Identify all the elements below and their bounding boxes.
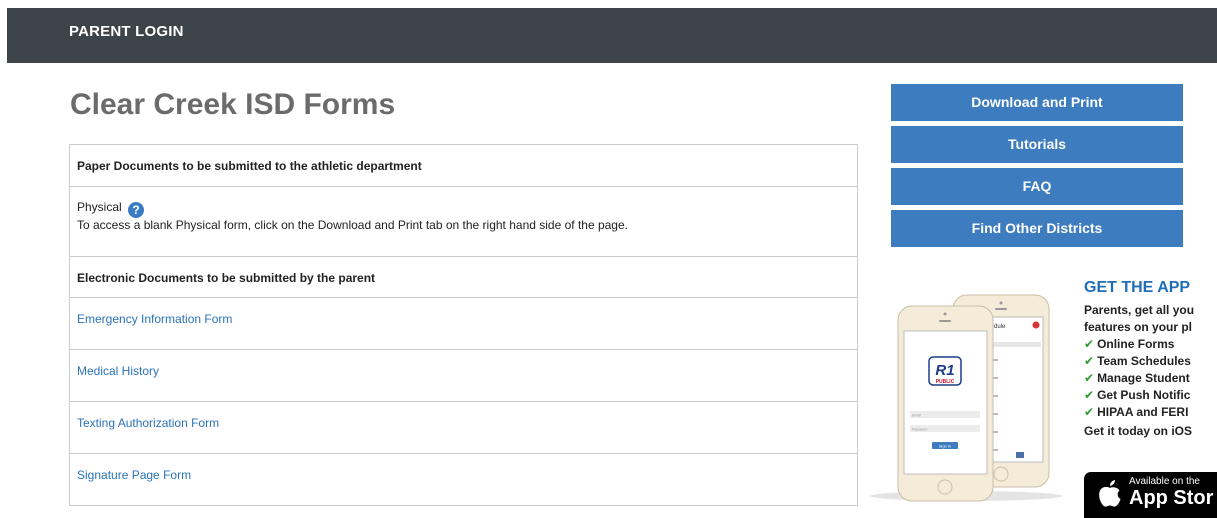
get-the-app-heading: GET THE APP [1084, 279, 1191, 296]
form-row: Signature Page Form [70, 453, 857, 505]
signature-page-form-link[interactable]: Signature Page Form [77, 468, 191, 482]
check-icon: ✔ [1084, 354, 1095, 368]
top-bar: PARENT LOGIN [7, 8, 1217, 63]
medical-history-link[interactable]: Medical History [77, 364, 159, 378]
feature-item: ✔ HIPAA and FERI [1084, 405, 1189, 419]
tutorials-button[interactable]: Tutorials [891, 126, 1183, 163]
app-intro-line: features on your pl [1084, 320, 1193, 334]
electronic-documents-header: Electronic Documents to be submitted by … [70, 256, 857, 297]
appstore-small-text: Available on the [1129, 476, 1200, 487]
form-row: Emergency Information Form [70, 297, 857, 349]
forms-table: Paper Documents to be submitted to the a… [69, 144, 858, 506]
parent-login-link[interactable]: PARENT LOGIN [69, 23, 184, 40]
feature-item: ✔ Team Schedules [1084, 354, 1191, 368]
feature-item: ✔ Manage Student [1084, 371, 1190, 385]
check-icon: ✔ [1084, 371, 1095, 385]
phone-logo-text: R1 [935, 362, 954, 379]
check-icon: ✔ [1084, 388, 1095, 402]
feature-item: ✔ Get Push Notific [1084, 388, 1191, 402]
texting-authorization-form-link[interactable]: Texting Authorization Form [77, 416, 219, 430]
page-title: Clear Creek ISD Forms [70, 88, 396, 121]
faq-button[interactable]: FAQ [891, 168, 1183, 205]
appstore-big-text: App Stor [1129, 487, 1214, 509]
app-intro-line: Parents, get all you [1084, 303, 1195, 317]
check-icon: ✔ [1084, 337, 1095, 351]
app-store-badge[interactable]: Available on the App Stor [1084, 472, 1217, 518]
get-it-today-text: Get it today on iOS [1084, 424, 1193, 438]
emergency-information-form-link[interactable]: Emergency Information Form [77, 312, 232, 326]
apple-icon [1099, 480, 1121, 507]
form-row: Texting Authorization Form [70, 401, 857, 453]
feature-item: ✔ Online Forms [1084, 337, 1175, 351]
phone-logo-sub: PUBLIC [936, 379, 955, 385]
paper-documents-header: Paper Documents to be submitted to the a… [77, 159, 422, 173]
download-and-print-button[interactable]: Download and Print [891, 84, 1183, 121]
physical-row: Physical ? To access a blank Physical fo… [70, 186, 857, 256]
app-promo: GET THE APP Parents, get all you feature… [1084, 279, 1217, 440]
form-row: Medical History [70, 349, 857, 401]
phone-field-2: Password [912, 428, 927, 432]
physical-instructions: To access a blank Physical form, click o… [77, 218, 628, 232]
phone-field-1: Email [912, 414, 921, 418]
app-phones-image: Team Schedule R1 PUBLIC Email Password S… [866, 292, 1066, 504]
check-icon: ✔ [1084, 405, 1095, 419]
phones-illustration: Team Schedule R1 PUBLIC Email Password S… [870, 294, 1062, 502]
help-icon[interactable]: ? [128, 202, 145, 218]
physical-label: Physical [77, 200, 122, 214]
find-other-districts-button[interactable]: Find Other Districts [891, 210, 1183, 247]
phone-button: Sign In [939, 444, 951, 449]
